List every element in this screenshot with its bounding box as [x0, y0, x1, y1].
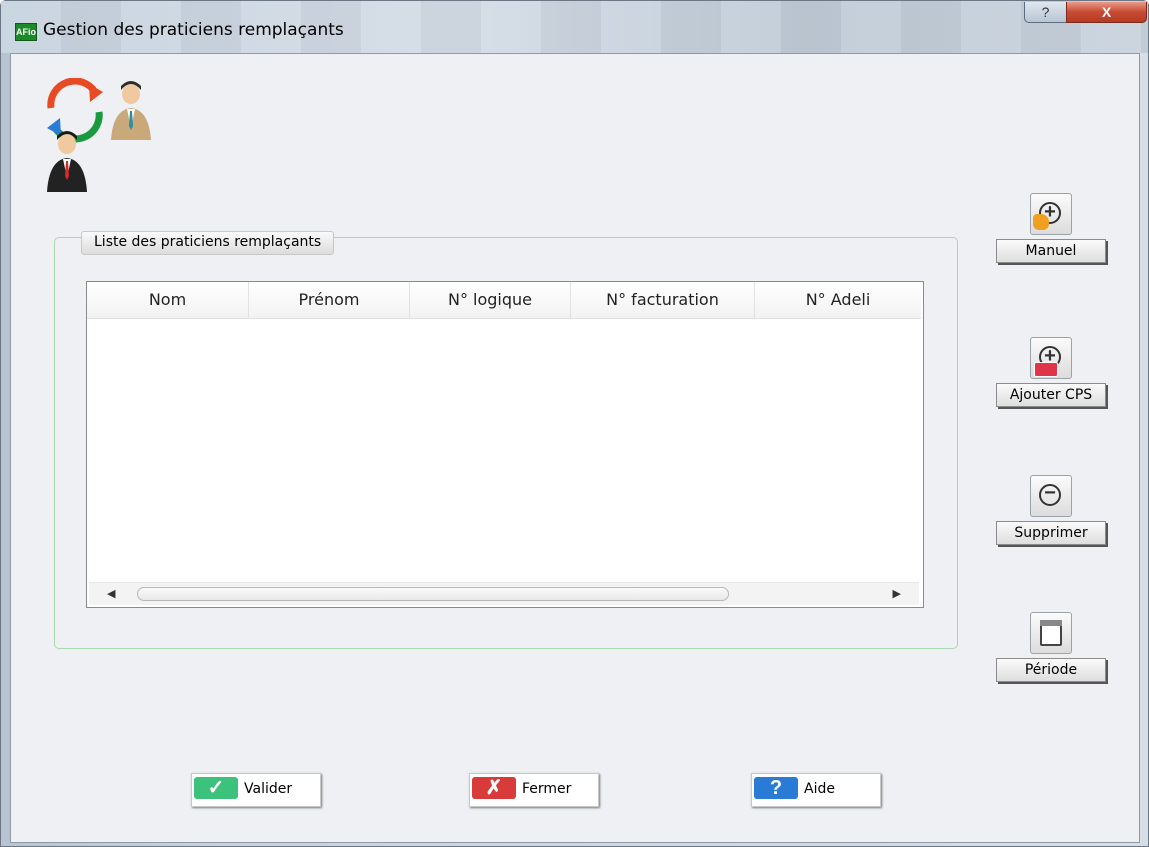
plus-card-icon: +	[1030, 337, 1072, 379]
add-cps-button[interactable]: + Ajouter CPS	[996, 337, 1106, 407]
manual-add-button[interactable]: + Manuel	[996, 193, 1106, 263]
calendar-icon	[1030, 612, 1072, 654]
help-label: Aide	[804, 781, 835, 797]
title-bar[interactable]: AFio Gestion des praticiens remplaçants …	[1, 1, 1148, 53]
help-button[interactable]: ? Aide	[751, 773, 881, 807]
column-header-nom[interactable]: Nom	[87, 282, 249, 318]
scroll-right-arrow-icon[interactable]: ▶	[893, 587, 901, 600]
minus-icon: −	[1030, 475, 1072, 517]
column-header-numero-logique[interactable]: N° logique	[410, 282, 571, 318]
delete-button[interactable]: − Supprimer	[996, 475, 1106, 545]
list-header: Nom Prénom N° logique N° facturation N° …	[87, 282, 921, 319]
column-header-prenom[interactable]: Prénom	[249, 282, 410, 318]
period-button[interactable]: Période	[996, 612, 1106, 682]
cross-icon: ✗	[472, 777, 516, 799]
validate-label: Valider	[244, 781, 293, 797]
replacement-practitioners-logo	[47, 78, 151, 192]
period-label: Période	[996, 658, 1106, 682]
manual-add-label: Manuel	[996, 239, 1106, 263]
close-label: Fermer	[522, 781, 572, 797]
dialog-window: AFio Gestion des praticiens remplaçants …	[0, 0, 1149, 847]
validate-button[interactable]: ✓ Valider	[191, 773, 321, 807]
app-logo-icon: AFio	[15, 23, 37, 41]
checkmark-icon: ✓	[194, 777, 238, 799]
scrollbar-thumb[interactable]	[137, 587, 729, 601]
person-beige-icon	[111, 81, 151, 140]
column-header-numero-adeli[interactable]: N° Adeli	[755, 282, 921, 318]
practitioners-list[interactable]: Nom Prénom N° logique N° facturation N° …	[86, 281, 924, 608]
scroll-left-arrow-icon[interactable]: ◀	[107, 587, 115, 600]
close-window-button[interactable]: X	[1066, 2, 1147, 23]
add-cps-label: Ajouter CPS	[996, 383, 1106, 407]
close-button[interactable]: ✗ Fermer	[469, 773, 599, 807]
horizontal-scrollbar[interactable]: ◀ ▶	[89, 582, 919, 605]
dialog-content: Liste des praticiens remplaçants Nom Pré…	[10, 53, 1140, 843]
help-title-button[interactable]: ?	[1024, 2, 1067, 23]
column-header-numero-facturation[interactable]: N° facturation	[571, 282, 755, 318]
window-title: Gestion des praticiens remplaçants	[43, 20, 344, 40]
group-label: Liste des praticiens remplaçants	[81, 231, 335, 255]
question-mark-icon: ?	[754, 777, 798, 799]
swap-arrows-icon	[47, 78, 103, 143]
plus-hand-icon: +	[1030, 193, 1072, 235]
delete-label: Supprimer	[996, 521, 1106, 545]
